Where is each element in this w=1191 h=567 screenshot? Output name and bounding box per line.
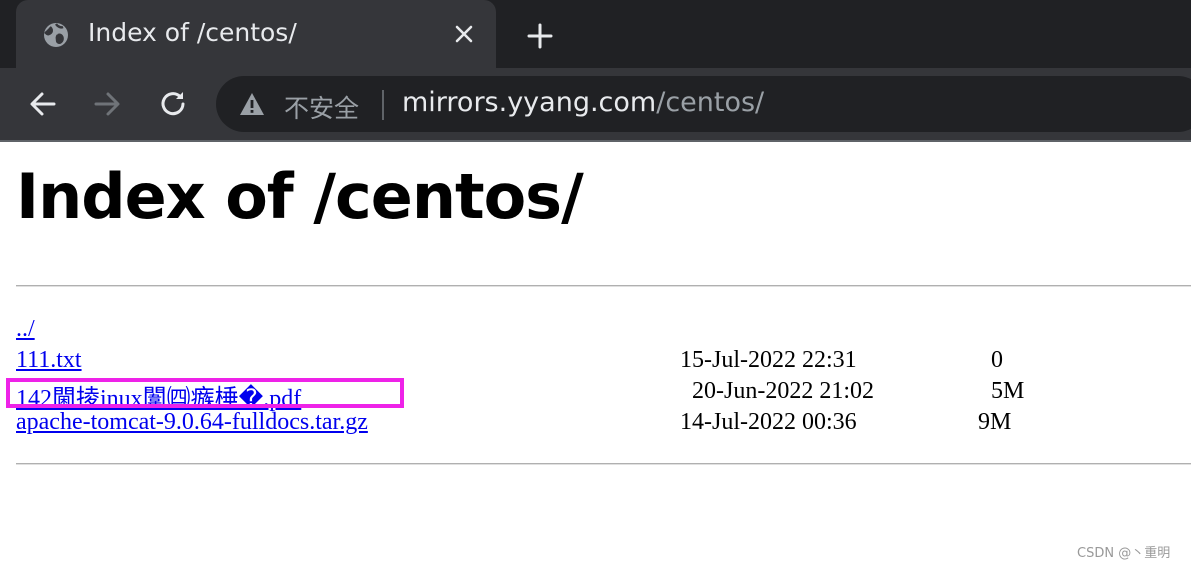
globe-icon bbox=[44, 23, 68, 47]
close-icon[interactable] bbox=[452, 22, 476, 46]
url-host: mirrors.yyang.com bbox=[402, 87, 657, 118]
listing-row-parent: ../ bbox=[16, 316, 35, 346]
address-bar[interactable]: 不安全 mirrors.yyang.com/centos/ bbox=[216, 76, 1191, 132]
file-link[interactable]: apache-tomcat-9.0.64-fulldocs.tar.gz bbox=[16, 409, 368, 435]
warning-triangle-icon[interactable] bbox=[238, 91, 266, 117]
listing-row: apache-tomcat-9.0.64-fulldocs.tar.gz 14-… bbox=[16, 409, 1011, 439]
forward-arrow-icon[interactable] bbox=[90, 87, 124, 121]
file-size: 5M bbox=[991, 378, 1025, 404]
parent-directory-link[interactable]: ../ bbox=[16, 316, 35, 342]
back-arrow-icon[interactable] bbox=[26, 87, 60, 121]
tab-title: Index of /centos/ bbox=[88, 18, 297, 47]
browser-toolbar: 不安全 mirrors.yyang.com/centos/ bbox=[0, 68, 1191, 140]
tab-strip: Index of /centos/ bbox=[0, 0, 1191, 68]
top-divider bbox=[16, 285, 1191, 287]
not-secure-label[interactable]: 不安全 bbox=[284, 89, 359, 125]
file-size: 0 bbox=[991, 347, 1003, 373]
file-link[interactable]: 111.txt bbox=[16, 347, 82, 373]
url-text[interactable]: mirrors.yyang.com/centos/ bbox=[402, 87, 764, 118]
file-date: 15-Jul-2022 22:31 bbox=[680, 347, 857, 373]
bottom-divider bbox=[16, 463, 1191, 465]
reload-icon[interactable] bbox=[156, 87, 190, 121]
file-date: 14-Jul-2022 00:36 bbox=[680, 409, 857, 435]
file-date: 20-Jun-2022 21:02 bbox=[692, 378, 874, 404]
omnibox-divider bbox=[382, 90, 384, 120]
browser-tab[interactable]: Index of /centos/ bbox=[16, 0, 496, 68]
listing-row: 111.txt 15-Jul-2022 22:31 0 bbox=[16, 347, 1003, 377]
toolbar-border bbox=[0, 140, 1191, 142]
highlight-box bbox=[6, 378, 404, 408]
new-tab-plus-icon[interactable] bbox=[524, 20, 556, 52]
url-path: /centos/ bbox=[656, 87, 765, 118]
watermark: CSDN @丶重明 bbox=[1077, 546, 1171, 561]
file-size: 9M bbox=[978, 409, 1012, 435]
page-title: Index of /centos/ bbox=[16, 160, 584, 233]
